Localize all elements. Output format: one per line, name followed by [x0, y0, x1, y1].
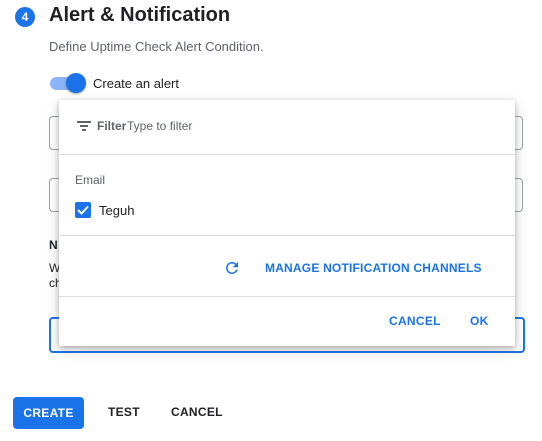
manage-notification-channels-label: MANAGE NOTIFICATION CHANNELS: [265, 261, 482, 275]
section-title: Alert & Notification: [49, 4, 231, 26]
divider: [59, 235, 515, 236]
option-teguh[interactable]: Teguh: [75, 200, 275, 220]
test-button[interactable]: TEST: [108, 405, 140, 419]
cancel-button[interactable]: CANCEL: [171, 405, 223, 419]
create-button[interactable]: CREATE: [13, 397, 84, 429]
divider: [59, 296, 515, 297]
refresh-icon: [225, 262, 238, 274]
section-description: Define Uptime Check Alert Condition.: [49, 39, 264, 54]
checkbox-checked-icon[interactable]: [75, 202, 91, 218]
manage-notification-channels-link[interactable]: MANAGE NOTIFICATION CHANNELS: [223, 258, 503, 278]
notification-channels-dropdown: Filter Email Teguh MANAGE NOTIFICATION C…: [59, 100, 515, 346]
filter-row: Filter: [59, 100, 515, 155]
filter-label: Filter: [97, 119, 127, 133]
option-label: Teguh: [99, 203, 135, 218]
create-alert-toggle[interactable]: [50, 73, 86, 93]
toggle-thumb: [66, 73, 86, 93]
filter-icon: [77, 121, 91, 132]
dropdown-cancel-button[interactable]: CANCEL: [389, 314, 441, 328]
background-heading-fragment: N: [49, 238, 58, 252]
filter-input[interactable]: [127, 117, 427, 135]
step-number-badge: 4: [15, 7, 35, 27]
group-label-email: Email: [75, 173, 106, 187]
dropdown-ok-button[interactable]: OK: [470, 314, 489, 328]
create-alert-label: Create an alert: [93, 76, 179, 91]
